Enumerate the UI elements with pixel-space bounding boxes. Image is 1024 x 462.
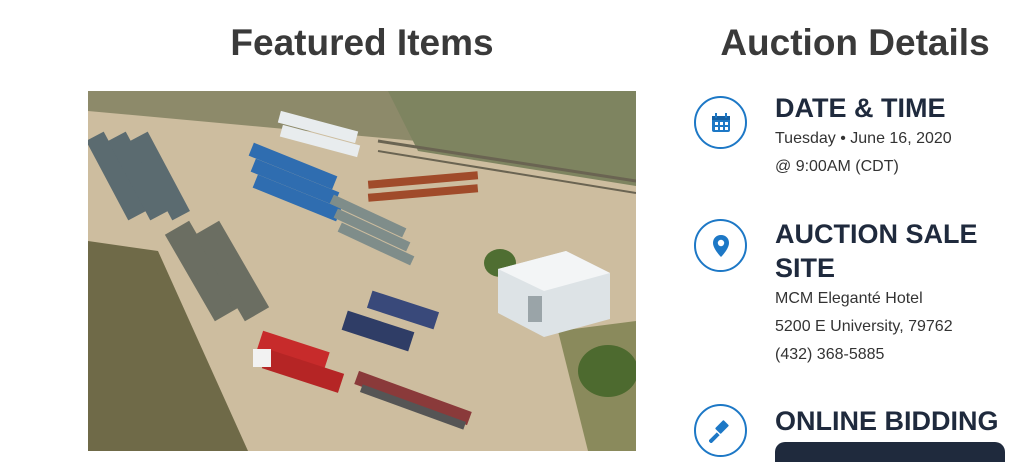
date-time-heading: DATE & TIME (775, 93, 946, 123)
venue-phone[interactable]: (432) 368-5885 (775, 341, 884, 369)
auction-time: @ 9:00AM (CDT) (775, 158, 899, 175)
auction-date: Tuesday • June 16, 2020 (775, 130, 952, 147)
sale-site-heading-line1: AUCTION SALE (775, 219, 978, 249)
online-bidding-heading: ONLINE BIDDING (775, 406, 999, 436)
venue-address: 5200 E University, 79762 (775, 318, 953, 335)
featured-item-photo[interactable] (88, 91, 636, 451)
aerial-yard-image (88, 91, 636, 451)
sale-site-heading-line2: SITE (775, 253, 836, 283)
calendar-icon (694, 96, 747, 149)
venue-name: MCM Eleganté Hotel (775, 290, 923, 307)
map-pin-icon (694, 219, 747, 272)
auction-details-title: Auction Details (720, 22, 990, 63)
online-bidding-button[interactable] (775, 442, 1005, 462)
gavel-icon (694, 404, 747, 457)
featured-items-title: Featured Items (230, 22, 494, 63)
